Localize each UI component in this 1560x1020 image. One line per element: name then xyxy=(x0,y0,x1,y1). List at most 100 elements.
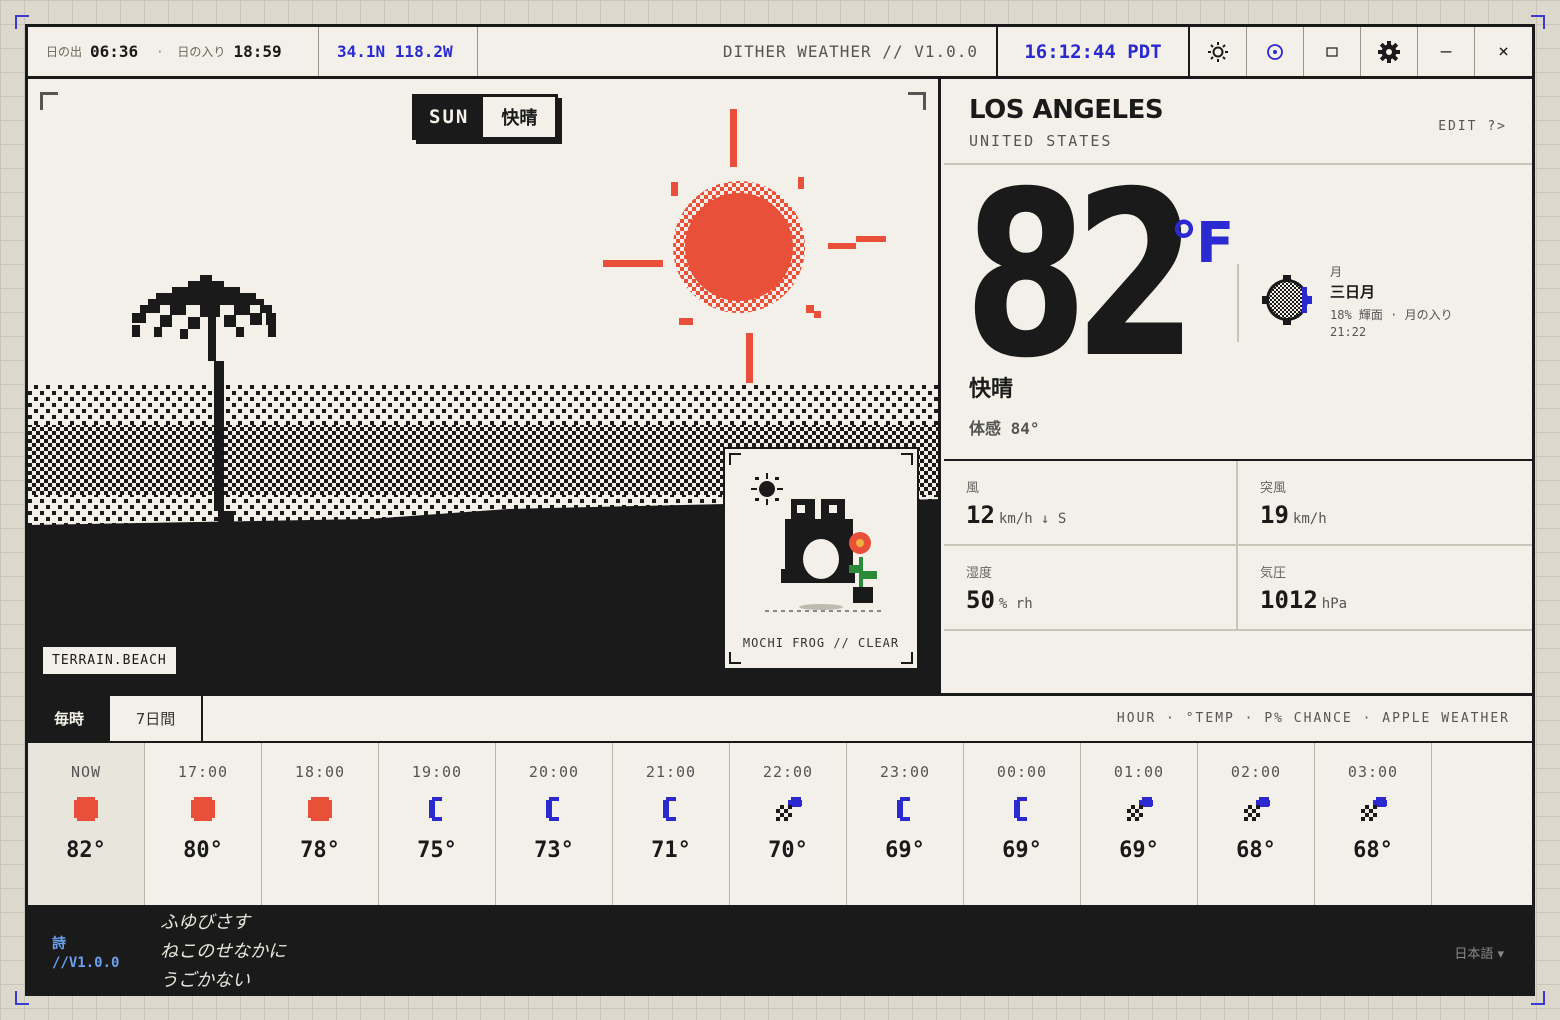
hour-temp: 82° xyxy=(66,838,106,863)
hourly-item[interactable]: 01:00 69° xyxy=(1081,743,1198,905)
sun-icon xyxy=(28,795,144,823)
frog-mascot-icon xyxy=(751,473,881,612)
hour-temp: 68° xyxy=(1353,838,1393,863)
version-label: //V1.0.0 xyxy=(52,955,120,971)
moon-illumination-label: 輝面 xyxy=(1358,308,1383,322)
sunrise-time: 06:36 xyxy=(90,42,139,61)
separator: · xyxy=(156,44,164,59)
forecast-legend: HOUR · °TEMP · P% CHANCE · APPLE WEATHER xyxy=(1116,711,1510,726)
hour-temp: 80° xyxy=(183,838,223,863)
moon-details: 18% 輝面 · 月の入り 21:22 xyxy=(1330,307,1510,341)
hourly-item[interactable]: 00:00 69° xyxy=(964,743,1081,905)
tab-hourly[interactable]: 毎時 xyxy=(28,696,110,741)
poem-line: ふゆびさす xyxy=(160,912,250,933)
sun-icon xyxy=(262,795,378,823)
hourly-item[interactable]: 20:00 73° xyxy=(496,743,613,905)
stat-humidity: 湿度 50% rh xyxy=(944,546,1238,631)
stat-pressure: 気圧 1012 hPa xyxy=(1238,546,1532,631)
temperature-unit[interactable]: °F xyxy=(1170,211,1234,276)
haiku-poem: ふゆびさす ねこのせなかに うごかない xyxy=(160,908,286,995)
current-condition: 快晴 xyxy=(969,377,1014,402)
terrain-tag[interactable]: TERRAIN.BEACH xyxy=(42,646,177,675)
hour-temp: 70° xyxy=(768,838,808,863)
stat-gust: 突風 19 km/h xyxy=(1238,461,1532,546)
feels-like-value: 84° xyxy=(1010,419,1040,438)
sun-times: 日の出 06:36 · 日の入り 18:59 xyxy=(28,27,319,76)
current-temperature: 82 xyxy=(964,142,1197,408)
moon-icon xyxy=(847,795,963,823)
stat-label: 気圧 xyxy=(1260,566,1287,581)
gear-icon xyxy=(1378,40,1400,63)
minimize-button[interactable]: – xyxy=(1418,27,1475,76)
stat-value: 19 km/h xyxy=(1260,501,1327,529)
mascot-caption: MOCHI FROG // CLEAR xyxy=(742,636,900,650)
hourly-item[interactable]: 03:00 68° xyxy=(1315,743,1432,905)
sun-icon xyxy=(1208,41,1228,62)
hourly-item[interactable]: NOW 82° xyxy=(28,743,145,905)
poem-label-text: 詩 xyxy=(52,936,66,952)
hour-time: 23:00 xyxy=(879,763,931,781)
hour-temp: 69° xyxy=(1002,838,1042,863)
language-selector[interactable]: 日本語 ▾ xyxy=(1454,943,1504,962)
hourly-item[interactable]: 19:00 75° xyxy=(379,743,496,905)
theme-button[interactable] xyxy=(1190,27,1247,76)
edit-location-button[interactable]: EDIT ?> xyxy=(1438,119,1507,134)
stat-label: 突風 xyxy=(1260,481,1287,496)
hour-time: 00:00 xyxy=(996,763,1048,781)
partly-cloudy-night-icon xyxy=(1081,795,1197,823)
moon-icon xyxy=(964,795,1080,823)
moon-phase-icon xyxy=(1262,275,1312,329)
hourly-item[interactable]: 18:00 78° xyxy=(262,743,379,905)
moon-label: 月 xyxy=(1330,265,1343,279)
moon-icon xyxy=(613,795,729,823)
hour-time: 21:00 xyxy=(645,763,697,781)
poem-line: ねこのせなかに xyxy=(160,941,286,962)
moon-icon xyxy=(379,795,495,823)
frame-corner xyxy=(908,92,926,110)
hour-time: 03:00 xyxy=(1347,763,1399,781)
hour-temp: 69° xyxy=(885,838,925,863)
partly-cloudy-night-icon xyxy=(1198,795,1314,823)
window-mode-button[interactable] xyxy=(1304,27,1361,76)
moonset-label: 月の入り xyxy=(1404,308,1453,322)
sunset-time: 18:59 xyxy=(233,42,282,61)
partly-cloudy-night-icon xyxy=(1315,795,1431,823)
divider xyxy=(1237,264,1239,342)
moonset-time: 21:22 xyxy=(1330,325,1367,339)
separator: · xyxy=(1390,308,1398,322)
forecast-tabs: 毎時 7日間 HOUR · °TEMP · P% CHANCE · APPLE … xyxy=(28,693,1532,743)
frame-corner xyxy=(40,92,58,110)
hourly-forecast: NOW 82° 17:00 80° 18:00 78° 19:00 75° 20:00 73° 21… xyxy=(28,743,1532,905)
hour-time: 22:00 xyxy=(762,763,814,781)
title-bar: 日の出 06:36 · 日の入り 18:59 34.1N 118.2W DITH… xyxy=(28,27,1532,79)
hour-temp: 71° xyxy=(651,838,691,863)
partly-cloudy-night-icon xyxy=(730,795,846,823)
sunrise-label: 日の出 xyxy=(46,45,83,59)
coordinates: 34.1N 118.2W xyxy=(319,27,478,76)
hourly-item[interactable]: 22:00 70° xyxy=(730,743,847,905)
feels-like: 体感 84° xyxy=(969,415,1040,439)
hour-temp: 69° xyxy=(1119,838,1159,863)
close-button[interactable]: × xyxy=(1475,27,1532,76)
hourly-item[interactable]: 02:00 68° xyxy=(1198,743,1315,905)
settings-button[interactable] xyxy=(1361,27,1418,76)
close-icon: × xyxy=(1498,41,1509,62)
hourly-item[interactable]: 17:00 80° xyxy=(145,743,262,905)
stat-value: 1012 hPa xyxy=(1260,586,1348,614)
hour-time: 17:00 xyxy=(177,763,229,781)
stat-label: 湿度 xyxy=(966,566,993,581)
hourly-item[interactable]: 21:00 71° xyxy=(613,743,730,905)
hourly-item[interactable]: 23:00 69° xyxy=(847,743,964,905)
mascot-card[interactable]: MOCHI FROG // CLEAR xyxy=(723,447,919,670)
tab-7-day[interactable]: 7日間 xyxy=(110,696,203,741)
sun-icon xyxy=(145,795,261,823)
hour-time: 20:00 xyxy=(528,763,580,781)
stat-value: 50% rh xyxy=(966,586,1033,614)
day-label: SUN xyxy=(415,97,484,137)
locate-button[interactable] xyxy=(1247,27,1304,76)
window-icon xyxy=(1326,46,1338,57)
moon-phase-name: 三日月 xyxy=(1330,283,1376,301)
hour-time: 19:00 xyxy=(411,763,463,781)
hourly-filler xyxy=(1432,743,1532,905)
poem-label: 詩 //V1.0.0 xyxy=(52,935,119,973)
